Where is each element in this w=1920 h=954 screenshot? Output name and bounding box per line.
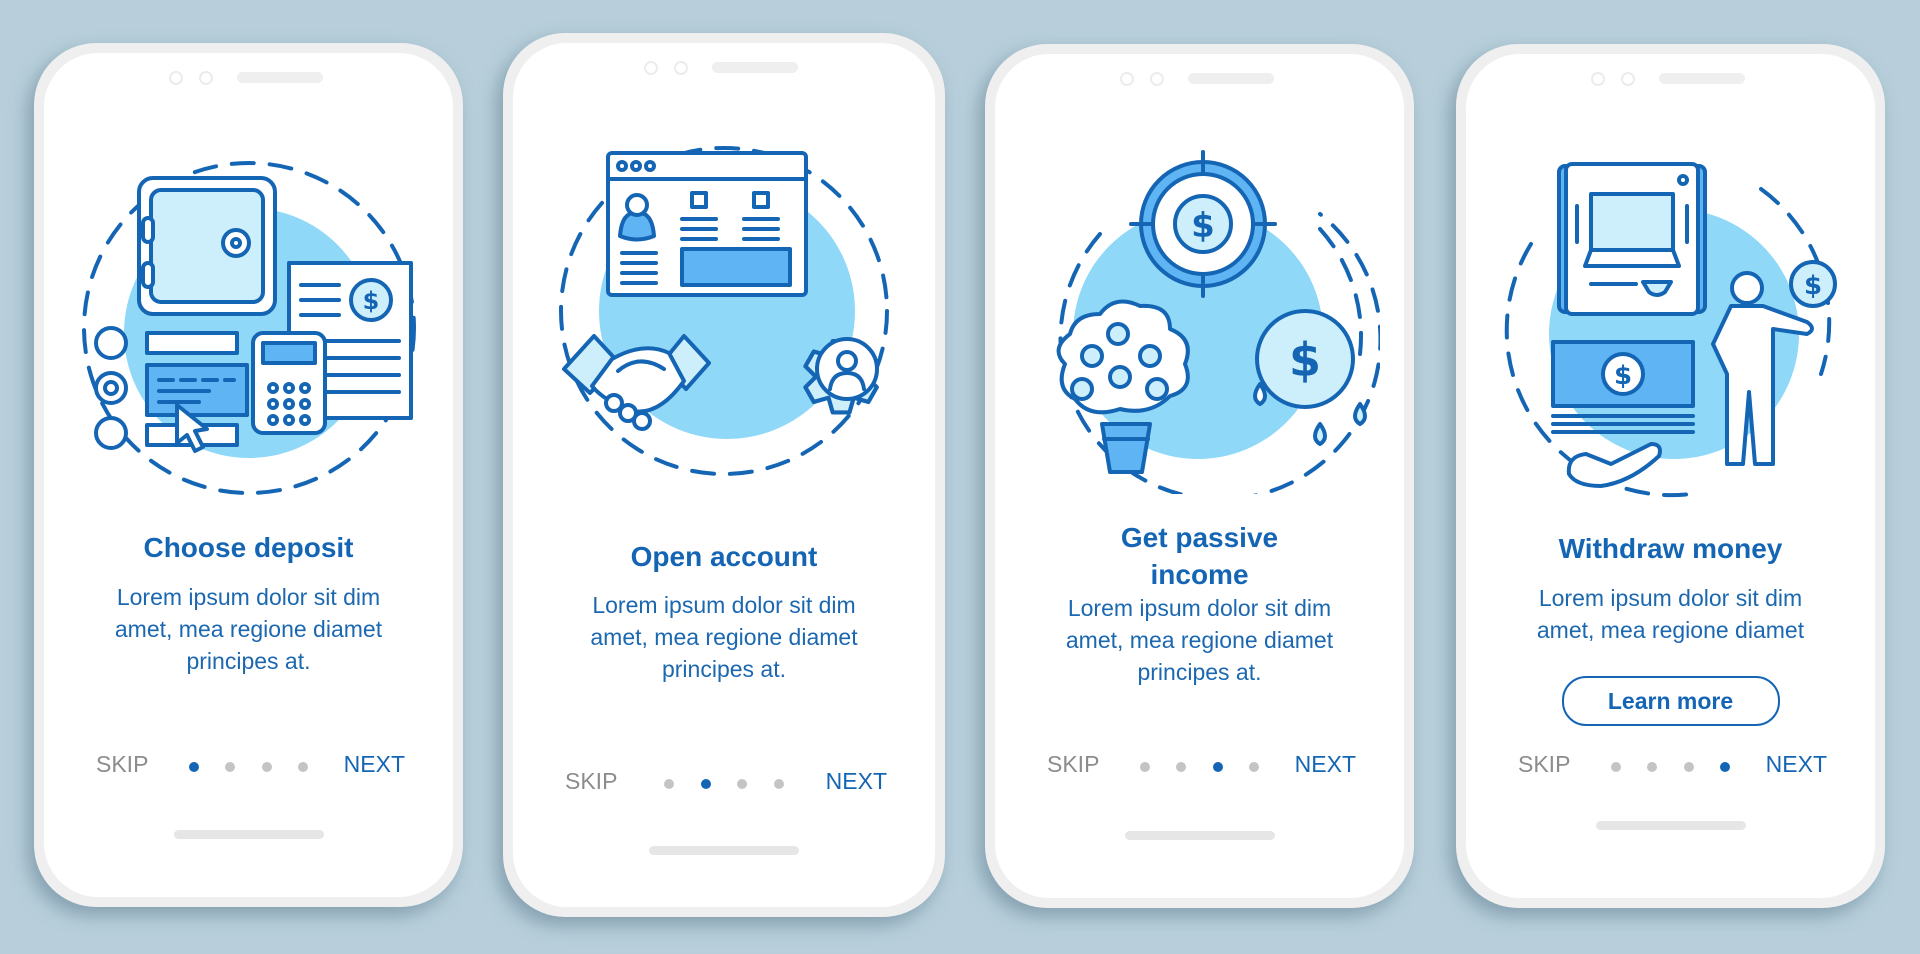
skip-button[interactable]: SKIP: [1047, 751, 1099, 778]
screen-description: Lorem ipsum dolor sit dim amet, mea regi…: [513, 589, 935, 685]
money-tree-target-coin-icon: $ $: [1056, 150, 1380, 494]
page-dot[interactable]: [1139, 762, 1150, 772]
screen-description: Lorem ipsum dolor sit dim amet, mea regi…: [1466, 582, 1875, 646]
description-line: principes at.: [661, 656, 786, 682]
svg-text:$: $: [1191, 206, 1215, 246]
page-dot-active[interactable]: [700, 779, 711, 789]
screen-title: Choose deposit: [143, 532, 354, 563]
browser-handshake-gear-icon: [559, 146, 889, 476]
description-line: Lorem ipsum dolor sit dim: [116, 584, 381, 610]
phone-speaker: [168, 71, 329, 85]
screen: $ $ Get passive income Lorem ipsum dolor…: [995, 54, 1404, 898]
learn-more-button[interactable]: Learn more: [1561, 676, 1780, 726]
home-indicator[interactable]: [649, 846, 799, 855]
page-dot[interactable]: [225, 762, 236, 772]
description-line: amet, mea regione diamet: [1065, 627, 1334, 653]
page-dot[interactable]: [773, 779, 784, 789]
page-indicator: [188, 762, 309, 772]
page-dot[interactable]: [1647, 762, 1658, 772]
page-dot-active[interactable]: [188, 762, 199, 772]
screen: Open account Lorem ipsum dolor sit dim a…: [513, 43, 935, 907]
title-line: income: [1150, 559, 1249, 590]
title-line: Get passive: [1120, 522, 1279, 553]
screen: $ $ Withdraw money Lorem ipsum dolor sit…: [1466, 54, 1875, 898]
description-line: amet, mea regione diamet: [114, 616, 383, 642]
description-line: Lorem ipsum dolor sit dim: [1538, 585, 1803, 611]
onboarding-nav: SKIP NEXT: [995, 751, 1404, 781]
atm-cash-person-icon: $ $: [1504, 162, 1837, 498]
screen: $ Choose deposit Lorem ipsum dolor sit d…: [44, 53, 453, 897]
next-button[interactable]: NEXT: [1766, 751, 1827, 778]
page-dot[interactable]: [1683, 762, 1694, 772]
description-line: amet, mea regione diamet: [1536, 617, 1805, 643]
svg-text:$: $: [362, 287, 379, 315]
svg-text:$: $: [1803, 271, 1821, 301]
page-dot[interactable]: [298, 762, 309, 772]
page-dot[interactable]: [1610, 762, 1621, 772]
onboarding-nav: SKIP NEXT: [1466, 751, 1875, 781]
svg-text:$: $: [1288, 333, 1320, 387]
phone-speaker: [1119, 72, 1280, 86]
description-line: amet, mea regione diamet: [590, 624, 858, 650]
description-line: Lorem ipsum dolor sit dim: [592, 592, 856, 618]
home-indicator[interactable]: [1124, 831, 1275, 840]
description-line: Lorem ipsum dolor sit dim: [1067, 595, 1332, 621]
page-indicator: [664, 779, 784, 789]
next-button[interactable]: NEXT: [826, 768, 887, 795]
phone-screen-open-account: Open account Lorem ipsum dolor sit dim a…: [503, 33, 945, 917]
screen-title: Get passive income: [995, 519, 1404, 593]
page-indicator: [1139, 762, 1260, 772]
phone-screen-passive-income: $ $ Get passive income Lorem ipsum dolor…: [985, 44, 1414, 908]
next-button[interactable]: NEXT: [344, 751, 405, 778]
page-dot[interactable]: [261, 762, 272, 772]
home-indicator[interactable]: [173, 830, 324, 839]
next-button[interactable]: NEXT: [1295, 751, 1356, 778]
screen-title: Open account: [630, 541, 818, 572]
skip-button[interactable]: SKIP: [565, 768, 617, 795]
home-indicator[interactable]: [1595, 821, 1746, 830]
phone-screen-withdraw-money: $ $ Withdraw money Lorem ipsum dolor sit…: [1456, 44, 1885, 908]
page-dot[interactable]: [737, 779, 748, 789]
safe-deposit-calculator-form-icon: $: [81, 161, 416, 495]
onboarding-nav: SKIP NEXT: [44, 751, 453, 781]
description-line: principes at.: [186, 648, 311, 674]
svg-text:$: $: [1613, 361, 1631, 391]
phone-speaker: [644, 61, 804, 75]
page-dot[interactable]: [664, 779, 674, 789]
description-line: principes at.: [1137, 659, 1262, 685]
onboarding-nav: SKIP NEXT: [513, 768, 935, 798]
page-dot[interactable]: [1249, 762, 1260, 772]
phone-screen-choose-deposit: $ Choose deposit Lorem ipsum dolor sit d…: [34, 43, 463, 907]
page-dot-active[interactable]: [1720, 762, 1731, 772]
screen-description: Lorem ipsum dolor sit dim amet, mea regi…: [995, 592, 1404, 688]
skip-button[interactable]: SKIP: [1518, 751, 1570, 778]
screen-title: Withdraw money: [1558, 533, 1783, 564]
page-dot-active[interactable]: [1212, 762, 1223, 772]
page-dot[interactable]: [1176, 762, 1187, 772]
phone-speaker: [1590, 72, 1751, 86]
screen-description: Lorem ipsum dolor sit dim amet, mea regi…: [44, 581, 453, 677]
skip-button[interactable]: SKIP: [96, 751, 148, 778]
page-indicator: [1610, 762, 1731, 772]
